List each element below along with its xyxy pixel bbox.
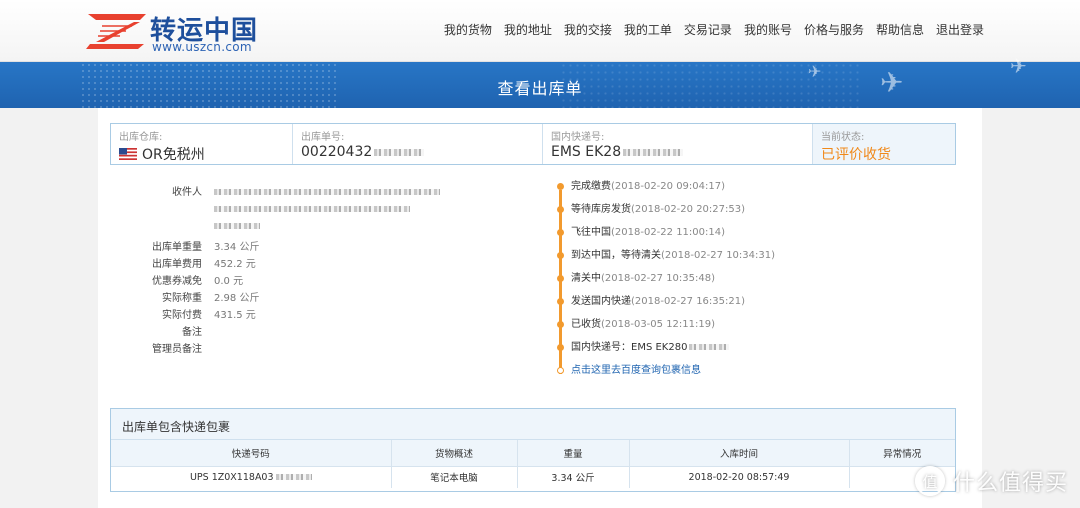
actual-weight-label: 实际称重: [162, 293, 202, 304]
col-time: 入库时间: [629, 440, 850, 467]
express-no-value: EMS EK28: [551, 144, 804, 160]
nav-help[interactable]: 帮助信息: [876, 21, 924, 38]
weight-label: 出库单重量: [152, 242, 202, 253]
detail-fee: 出库单费用 452.2 元: [128, 256, 438, 273]
cell-weight: 3.34 公斤: [517, 466, 630, 488]
coupon-value: 0.0 元: [214, 276, 244, 287]
watermark: 值 什么值得买: [914, 465, 1068, 497]
col-issue: 异常情况: [849, 440, 955, 467]
col-desc: 货物概述: [391, 440, 518, 467]
actual-weight-value: 2.98 公斤: [214, 293, 260, 304]
actual-paid-label: 实际付费: [162, 310, 202, 321]
recipient-label: 收件人: [172, 187, 202, 198]
timeline-dot-icon: [557, 298, 564, 305]
nav-my-account[interactable]: 我的账号: [744, 21, 792, 38]
top-header: 转运中国 www.uszcn.com 我的货物 我的地址 我的交接 我的工单 交…: [0, 0, 1080, 62]
redacted-text: [689, 344, 730, 350]
redacted-text: [275, 474, 312, 481]
logo-url: www.uszcn.com: [152, 40, 252, 54]
cell-desc: 笔记本电脑: [391, 466, 518, 488]
detail-remark: 备注: [128, 324, 438, 341]
packages-title: 出库单包含快递包裹: [111, 409, 955, 440]
status-timeline: 完成缴费(2018-02-20 09:04:17) 等待库房发货(2018-02…: [557, 180, 958, 387]
nav-my-address[interactable]: 我的地址: [504, 21, 552, 38]
order-summary: 出库仓库: OR免税州 出库单号: 00220432 国内快递号: EMS EK…: [110, 123, 956, 165]
nav-my-goods[interactable]: 我的货物: [444, 21, 492, 38]
col-tracking: 快递号码: [111, 440, 392, 467]
actual-paid-value: 431.5 元: [214, 310, 256, 321]
timeline-item: 完成缴费(2018-02-20 09:04:17): [557, 180, 958, 203]
redacted-text: [214, 223, 260, 229]
timeline-item: 等待库房发货(2018-02-20 20:27:53): [557, 203, 958, 226]
warehouse-label: 出库仓库:: [119, 132, 163, 143]
order-details: 收件人 出库单重量 3.34 公斤 出库单费用 452.2 元 优惠券减免 0.…: [128, 184, 440, 358]
watermark-logo-icon: 值: [914, 466, 945, 496]
col-weight: 重量: [517, 440, 630, 467]
coupon-label: 优惠券减免: [152, 276, 202, 287]
nav-transactions[interactable]: 交易记录: [684, 21, 732, 38]
status-value: 已评价收货: [821, 147, 891, 163]
logo-icon: [86, 14, 146, 49]
detail-coupon: 优惠券减免 0.0 元: [128, 273, 438, 290]
detail-actual-weight: 实际称重 2.98 公斤: [128, 290, 438, 307]
packages-table: 快递号码 货物概述 重量 入库时间 异常情况 UPS 1Z0X118A03 笔记…: [111, 440, 955, 488]
recipient-value: [214, 184, 440, 235]
cell-tracking: UPS 1Z0X118A03: [111, 466, 392, 488]
nav-my-tickets[interactable]: 我的工单: [624, 21, 672, 38]
main-nav: 我的货物 我的地址 我的交接 我的工单 交易记录 我的账号 价格与服务 帮助信息…: [432, 21, 984, 38]
table-header-row: 快递号码 货物概述 重量 入库时间 异常情况: [111, 440, 955, 467]
admin-remark-label: 管理员备注: [152, 344, 202, 355]
nav-logout[interactable]: 退出登录: [936, 21, 984, 38]
redacted-text: [214, 206, 410, 212]
weight-value: 3.34 公斤: [214, 242, 260, 253]
fee-label: 出库单费用: [152, 259, 202, 270]
timeline-dot-icon: [557, 321, 564, 328]
summary-express-no: 国内快递号: EMS EK28: [543, 124, 813, 164]
timeline-item: 国内快递号：EMS EK280: [557, 341, 958, 364]
timeline-item: 飞往中国(2018-02-22 11:00:14): [557, 226, 958, 249]
timeline-dot-icon: [557, 229, 564, 236]
page-banner: ✈ ✈ ✈ 查看出库单: [0, 54, 1080, 108]
order-no-label: 出库单号:: [301, 132, 345, 143]
express-no-label: 国内快递号:: [551, 132, 605, 143]
nav-pricing[interactable]: 价格与服务: [804, 21, 864, 38]
timeline-item: 清关中(2018-02-27 10:35:48): [557, 272, 958, 295]
summary-status: 当前状态: 已评价收货: [813, 124, 955, 164]
page-title: 查看出库单: [497, 79, 583, 98]
redacted-text: [214, 189, 440, 195]
timeline-dot-icon: [557, 183, 564, 190]
timeline-dot-icon: [557, 367, 564, 374]
detail-admin-remark: 管理员备注: [128, 341, 438, 358]
redacted-text: [623, 148, 684, 156]
timeline-item: 到达中国，等待清关(2018-02-27 10:34:31): [557, 249, 958, 272]
warehouse-value: OR免税州: [119, 144, 284, 164]
detail-recipient: 收件人: [128, 184, 440, 235]
timeline-dot-icon: [557, 275, 564, 282]
detail-actual-paid: 实际付费 431.5 元: [128, 307, 438, 324]
timeline-dot-icon: [557, 206, 564, 213]
timeline-dot-icon: [557, 252, 564, 259]
timeline-dot-icon: [557, 344, 564, 351]
detail-weight: 出库单重量 3.34 公斤: [128, 239, 438, 256]
timeline-link-item: 点击这里去百度查询包裹信息: [557, 364, 958, 387]
summary-order-no: 出库单号: 00220432: [293, 124, 543, 164]
status-label: 当前状态:: [821, 132, 865, 143]
table-row: UPS 1Z0X118A03 笔记本电脑 3.34 公斤 2018-02-20 …: [111, 466, 955, 488]
nav-my-handover[interactable]: 我的交接: [564, 21, 612, 38]
site-logo[interactable]: 转运中国 www.uszcn.com: [86, 10, 276, 54]
cell-time: 2018-02-20 08:57:49: [629, 466, 850, 488]
redacted-text: [374, 148, 425, 156]
baidu-query-link[interactable]: 点击这里去百度查询包裹信息: [571, 365, 701, 376]
packages-panel: 出库单包含快递包裹 快递号码 货物概述 重量 入库时间 异常情况 UPS 1Z0…: [110, 408, 956, 492]
order-no-value: 00220432: [301, 144, 534, 160]
watermark-text: 什么值得买: [952, 471, 1068, 496]
timeline-item: 发送国内快递(2018-02-27 16:35:21): [557, 295, 958, 318]
fee-value: 452.2 元: [214, 259, 256, 270]
us-flag-icon: [119, 148, 137, 160]
order-card: 出库仓库: OR免税州 出库单号: 00220432 国内快递号: EMS EK…: [98, 108, 982, 508]
summary-warehouse: 出库仓库: OR免税州: [111, 124, 293, 164]
remark-label: 备注: [182, 327, 202, 338]
timeline-item: 已收货(2018-03-05 12:11:19): [557, 318, 958, 341]
